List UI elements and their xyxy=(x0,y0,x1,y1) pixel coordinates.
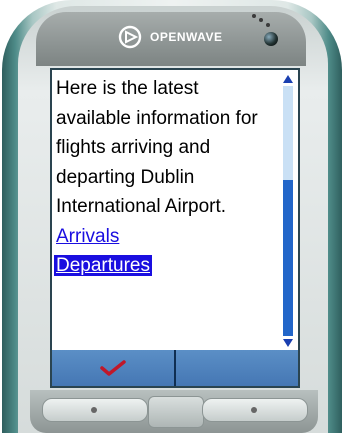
openwave-logo-icon xyxy=(118,25,142,49)
intro-paragraph: Here is the latest available information… xyxy=(56,78,258,217)
brand-logo: OPENWAVE xyxy=(118,24,222,50)
right-phone-key[interactable] xyxy=(202,398,308,422)
screen-content: Here is the latest available information… xyxy=(54,74,278,281)
scroll-thumb[interactable] xyxy=(283,180,293,336)
camera-lens-icon xyxy=(264,32,278,46)
softkey-bar xyxy=(52,350,298,386)
scrollbar[interactable] xyxy=(281,74,295,348)
right-softkey[interactable] xyxy=(174,350,298,386)
departures-link[interactable]: Departures xyxy=(54,255,152,276)
center-nav-key[interactable] xyxy=(148,396,204,428)
scroll-up-arrow-icon[interactable] xyxy=(281,74,295,84)
departures-row: Departures xyxy=(54,251,278,281)
arrivals-link[interactable]: Arrivals xyxy=(56,226,119,247)
arrivals-row: Arrivals xyxy=(56,222,278,252)
phone-screen: Here is the latest available information… xyxy=(50,68,300,388)
scroll-down-arrow-icon[interactable] xyxy=(281,338,295,348)
left-phone-key[interactable] xyxy=(42,398,148,422)
checkmark-icon xyxy=(100,360,126,376)
brand-name: OPENWAVE xyxy=(150,30,223,44)
scroll-track[interactable] xyxy=(283,86,293,336)
left-softkey[interactable] xyxy=(52,350,174,386)
